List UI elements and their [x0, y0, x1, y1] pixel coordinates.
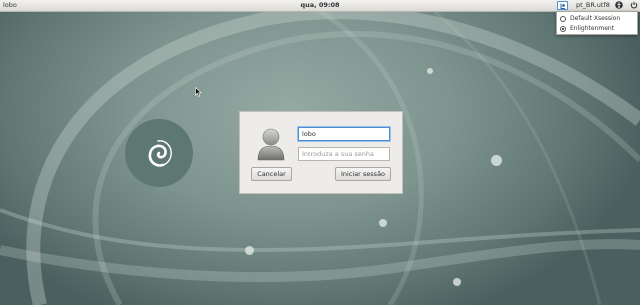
background-dot	[453, 278, 461, 286]
password-field[interactable]	[298, 147, 390, 161]
login-button[interactable]: Iniciar sessão	[335, 167, 391, 181]
username-field[interactable]	[298, 127, 390, 141]
language-selector[interactable]: pt_BR.utf8	[576, 0, 610, 11]
background-dot	[427, 68, 433, 74]
user-avatar-icon	[257, 128, 285, 161]
session-icon	[560, 3, 565, 9]
session-option-default-xsession[interactable]: Default Xsession	[560, 14, 636, 24]
radio-unchecked-icon	[560, 16, 566, 22]
clock[interactable]: qua, 09:08	[300, 1, 339, 9]
background-dot	[491, 155, 502, 166]
top-panel: lobo qua, 09:08 pt_BR.utf8	[0, 0, 640, 12]
session-option-label: Default Xsession	[570, 15, 621, 22]
session-selector-button[interactable]	[557, 1, 568, 10]
session-option-label: Enlightenment	[570, 25, 615, 32]
accessibility-icon[interactable]	[615, 1, 623, 9]
login-dialog: Cancelar Iniciar sessão	[239, 111, 403, 194]
session-option-enlightenment[interactable]: Enlightenment	[560, 24, 636, 34]
debian-logo	[125, 119, 193, 187]
session-menu: Default Xsession Enlightenment	[556, 11, 638, 35]
debian-swirl-logo-icon	[148, 140, 172, 167]
radio-checked-icon	[560, 26, 566, 32]
power-icon[interactable]	[630, 1, 638, 9]
background-dot	[379, 219, 387, 227]
cancel-button[interactable]: Cancelar	[251, 167, 292, 181]
background-dot	[245, 246, 254, 255]
clock-container: qua, 09:08	[0, 0, 640, 11]
mouse-cursor-icon	[195, 87, 202, 97]
